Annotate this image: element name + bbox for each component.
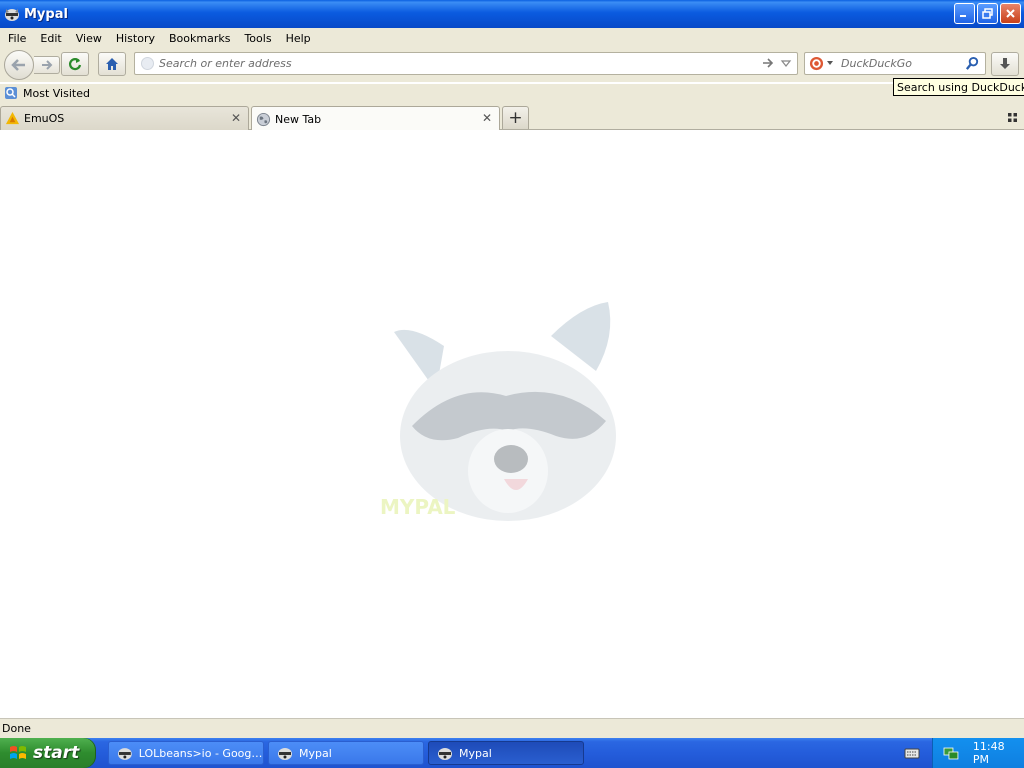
emuos-favicon-icon bbox=[5, 111, 20, 125]
start-button[interactable]: start bbox=[0, 738, 96, 768]
search-bar[interactable] bbox=[804, 52, 986, 75]
go-arrow-icon[interactable] bbox=[761, 56, 775, 70]
start-label: start bbox=[33, 743, 80, 763]
close-icon bbox=[1006, 9, 1015, 18]
back-button[interactable] bbox=[4, 50, 34, 80]
home-button[interactable] bbox=[98, 52, 126, 76]
engine-dropdown-icon[interactable] bbox=[827, 61, 833, 65]
status-bar: Done bbox=[0, 718, 1024, 738]
search-tooltip: Search using DuckDuckGo bbox=[893, 78, 1024, 96]
taskbar-item-label: Mypal bbox=[459, 746, 492, 760]
new-tab-button[interactable]: + bbox=[502, 106, 529, 129]
taskbar-item-mypal[interactable]: Mypal bbox=[268, 741, 424, 765]
history-dropdown-icon[interactable] bbox=[779, 56, 793, 70]
tab-label: EmuOS bbox=[24, 112, 65, 125]
tab-strip: EmuOS ✕ New Tab ✕ + bbox=[0, 106, 1024, 131]
menu-bookmarks[interactable]: Bookmarks bbox=[163, 32, 236, 45]
clock: 11:48 PM bbox=[972, 740, 1005, 766]
bookmark-most-visited[interactable]: Most Visited bbox=[4, 86, 90, 100]
plus-icon: + bbox=[508, 108, 523, 128]
taskbar-item-label: LOLbeans>io - Googl... bbox=[138, 746, 263, 760]
windows-taskbar: start LOLbeans>io - Googl... Mypal Mypal… bbox=[0, 738, 1024, 768]
downloads-button[interactable] bbox=[991, 52, 1019, 76]
search-input[interactable] bbox=[841, 55, 961, 72]
taskbar-item-lolbeans[interactable]: LOLbeans>io - Googl... bbox=[108, 741, 264, 765]
reload-button[interactable] bbox=[61, 52, 89, 76]
network-icon[interactable] bbox=[943, 745, 959, 761]
menu-history[interactable]: History bbox=[110, 32, 161, 45]
restore-button[interactable] bbox=[977, 3, 998, 24]
tab-close-icon[interactable]: ✕ bbox=[481, 112, 493, 124]
address-bar[interactable] bbox=[134, 52, 798, 75]
forward-arrow-icon bbox=[41, 60, 52, 70]
forward-button[interactable] bbox=[34, 56, 60, 74]
duckduckgo-icon[interactable] bbox=[809, 56, 824, 71]
menu-view[interactable]: View bbox=[70, 32, 108, 45]
keyboard-icon[interactable] bbox=[904, 746, 920, 760]
tab-groups-icon[interactable] bbox=[1007, 112, 1018, 123]
globe-icon bbox=[256, 112, 271, 126]
svg-text:MYPAL: MYPAL bbox=[380, 495, 456, 519]
menu-tools[interactable]: Tools bbox=[238, 32, 277, 45]
raccoon-app-icon bbox=[117, 748, 132, 760]
tab-close-icon[interactable]: ✕ bbox=[230, 112, 242, 124]
site-identity-icon[interactable] bbox=[141, 57, 154, 70]
minimize-icon bbox=[960, 15, 966, 17]
menu-edit[interactable]: Edit bbox=[34, 32, 67, 45]
raccoon-app-icon bbox=[278, 748, 292, 760]
reload-icon bbox=[68, 58, 82, 71]
menu-help[interactable]: Help bbox=[280, 32, 317, 45]
bookmarks-folder-icon bbox=[5, 87, 17, 99]
address-input[interactable] bbox=[159, 55, 749, 72]
restore-icon bbox=[982, 8, 993, 19]
taskbar-item-mypal-active[interactable]: Mypal bbox=[428, 741, 584, 765]
tab-label: New Tab bbox=[275, 112, 322, 126]
home-icon bbox=[106, 58, 118, 70]
status-text: Done bbox=[2, 722, 31, 735]
page-content: MYPAL bbox=[0, 130, 1024, 718]
window-title: Mypal bbox=[24, 6, 68, 22]
bookmark-label: Most Visited bbox=[23, 86, 90, 100]
navigation-toolbar bbox=[0, 48, 1024, 82]
tab-emuos[interactable]: EmuOS ✕ bbox=[0, 106, 249, 130]
bookmarks-toolbar: Most Visited bbox=[0, 84, 1024, 106]
minimize-button[interactable] bbox=[954, 3, 975, 24]
search-icon[interactable] bbox=[965, 56, 980, 71]
windows-flag-icon bbox=[10, 746, 26, 759]
mypal-raccoon-watermark: MYPAL bbox=[380, 302, 616, 521]
menu-bar: File Edit View History Bookmarks Tools H… bbox=[0, 28, 1024, 48]
back-arrow-icon bbox=[11, 59, 25, 71]
menu-file[interactable]: File bbox=[2, 32, 32, 45]
taskbar-item-label: Mypal bbox=[299, 746, 332, 760]
close-button[interactable] bbox=[1000, 3, 1021, 24]
tab-new-tab[interactable]: New Tab ✕ bbox=[251, 106, 500, 131]
download-icon bbox=[1000, 58, 1010, 69]
raccoon-app-icon bbox=[5, 9, 19, 21]
window-titlebar[interactable]: Mypal bbox=[0, 0, 1024, 28]
raccoon-app-icon bbox=[438, 748, 452, 760]
system-tray: 11:48 PM bbox=[932, 738, 1024, 768]
